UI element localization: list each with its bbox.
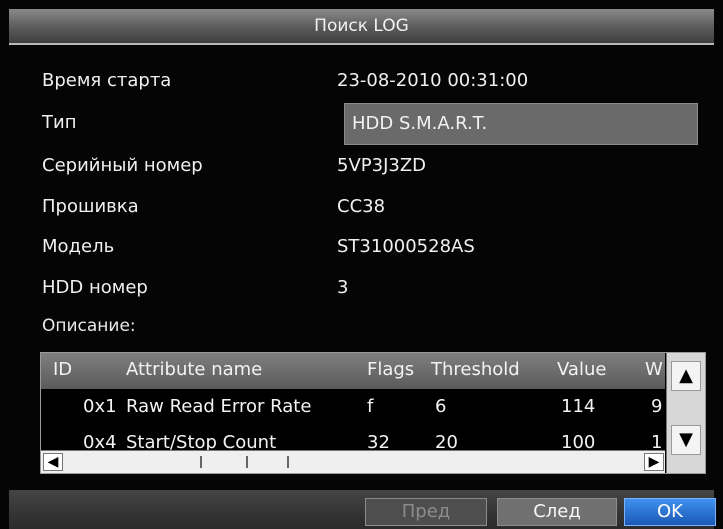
- type-label: Тип: [42, 112, 77, 133]
- horizontal-scrollbar[interactable]: ◀ ▶: [41, 450, 665, 473]
- header-threshold: Threshold: [431, 359, 520, 380]
- start-time-value: 23-08-2010 00:31:00: [337, 70, 529, 91]
- previous-button[interactable]: Пред: [365, 498, 487, 526]
- cell-value: 100: [561, 432, 596, 450]
- model-value: ST31000528AS: [337, 236, 475, 257]
- serial-label: Серийный номер: [42, 155, 203, 176]
- cell-threshold: 20: [435, 432, 458, 450]
- cell-worst: 1: [651, 432, 663, 450]
- table-header: ID Attribute name Flags Threshold Value …: [41, 353, 665, 389]
- ok-button[interactable]: OK: [624, 498, 716, 526]
- cell-threshold: 6: [435, 396, 447, 417]
- cell-attribute-name: Start/Stop Count: [126, 432, 277, 450]
- cell-id: 0x4: [83, 432, 117, 450]
- dialog-footer: Пред След OK: [9, 490, 716, 529]
- scroll-right-icon[interactable]: ▶: [644, 453, 664, 471]
- scroll-tick-mark: [287, 456, 289, 468]
- header-id: ID: [53, 359, 73, 380]
- scroll-down-icon[interactable]: ▼: [671, 425, 701, 455]
- header-value: Value: [557, 359, 607, 380]
- next-button[interactable]: След: [497, 498, 617, 526]
- cell-flags: 32: [367, 432, 390, 450]
- dialog-title: Поиск LOG: [314, 16, 409, 36]
- start-time-label: Время старта: [42, 70, 172, 91]
- hdd-number-value: 3: [337, 277, 349, 298]
- table-row[interactable]: 0x4 Start/Stop Count 32 20 100 1: [41, 426, 665, 450]
- serial-value: 5VP3J3ZD: [337, 155, 427, 176]
- type-value: HDD S.M.A.R.T.: [352, 113, 488, 134]
- hdd-number-label: HDD номер: [42, 277, 148, 298]
- model-label: Модель: [42, 236, 115, 257]
- log-search-dialog: Поиск LOG Время старта 23-08-2010 00:31:…: [0, 0, 723, 529]
- scroll-tick-mark: [246, 456, 248, 468]
- description-label: Описание:: [42, 316, 136, 336]
- type-field[interactable]: HDD S.M.A.R.T.: [344, 103, 698, 145]
- firmware-label: Прошивка: [42, 196, 139, 217]
- header-attribute-name: Attribute name: [126, 359, 263, 380]
- cell-flags: f: [367, 396, 374, 417]
- scroll-tick-mark: [200, 456, 202, 468]
- cell-value: 114: [561, 396, 596, 417]
- scroll-up-icon[interactable]: ▲: [671, 361, 701, 391]
- cell-worst: 9: [651, 396, 663, 417]
- firmware-value: CC38: [337, 196, 386, 217]
- header-worst: W: [645, 359, 663, 380]
- vertical-scrollbar[interactable]: ▲ ▼: [666, 353, 705, 473]
- dialog-titlebar: Поиск LOG: [9, 9, 714, 45]
- cell-attribute-name: Raw Read Error Rate: [126, 396, 312, 417]
- table-row[interactable]: 0x1 Raw Read Error Rate f 6 114 9: [41, 390, 665, 426]
- smart-table: ID Attribute name Flags Threshold Value …: [40, 352, 706, 474]
- scroll-left-icon[interactable]: ◀: [43, 453, 63, 471]
- header-flags: Flags: [367, 359, 415, 380]
- cell-id: 0x1: [83, 396, 117, 417]
